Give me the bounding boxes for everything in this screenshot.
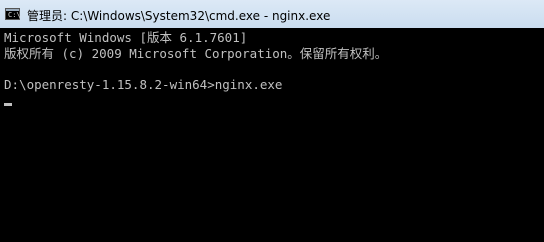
console-output[interactable]: Microsoft Windows [版本 6.1.7601] 版权所有 (c)…: [0, 28, 544, 242]
console-line-command: D:\openresty-1.15.8.2-win64>nginx.exe: [4, 76, 283, 92]
console-cursor-line: [4, 92, 544, 108]
console-line-version: Microsoft Windows [版本 6.1.7601]: [4, 30, 248, 45]
cmd-window: C:\ 管理员: C:\Windows\System32\cmd.exe - n…: [0, 0, 544, 242]
title-bar[interactable]: C:\ 管理员: C:\Windows\System32\cmd.exe - n…: [0, 0, 544, 28]
cmd-icon-glyph: C:\: [8, 11, 21, 19]
cmd-icon[interactable]: C:\: [5, 8, 21, 20]
console-line-copyright: 版权所有 (c) 2009 Microsoft Corporation。保留所有…: [4, 45, 388, 61]
window-title: 管理员: C:\Windows\System32\cmd.exe - nginx…: [27, 9, 331, 23]
text-cursor: [4, 102, 12, 106]
